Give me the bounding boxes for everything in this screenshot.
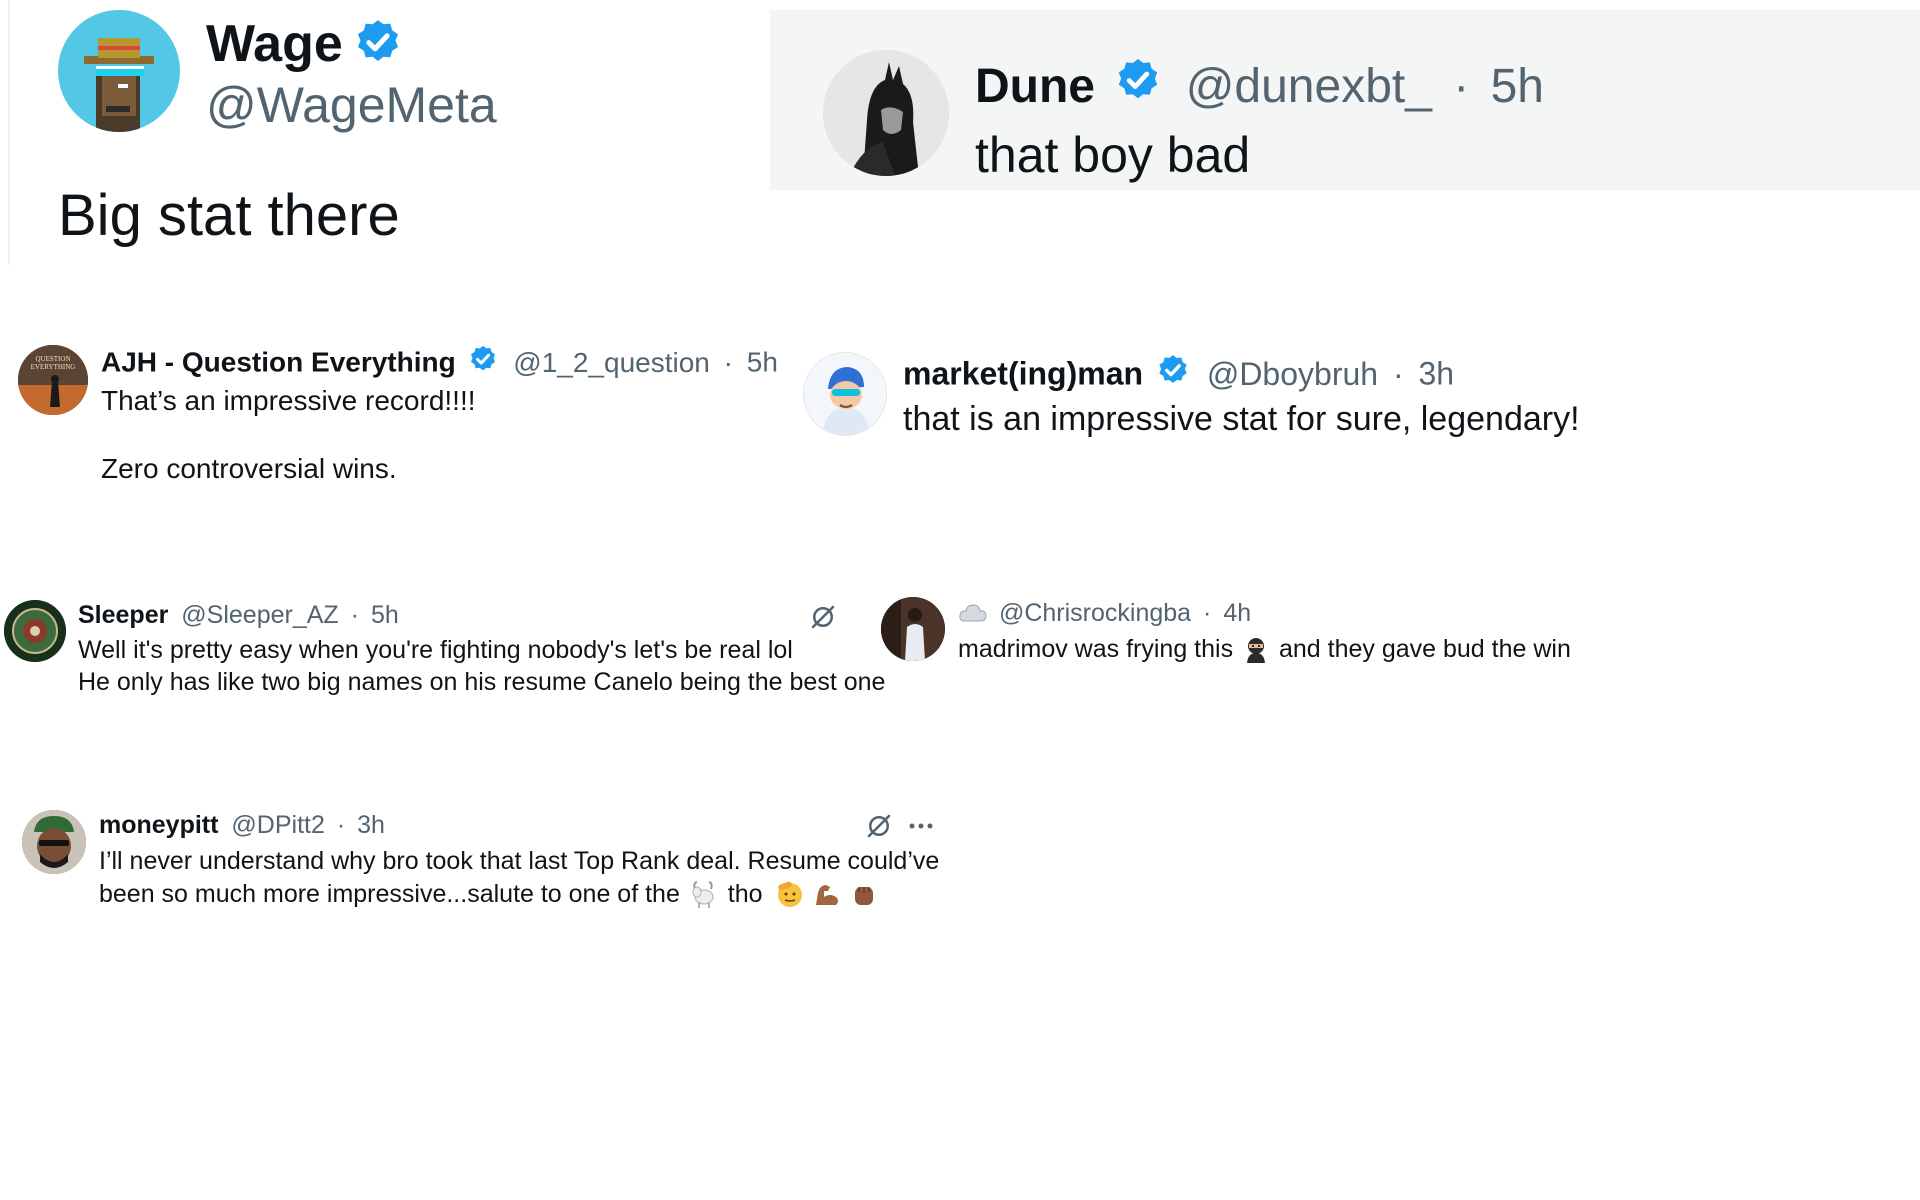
moneypitt-author-name[interactable]: moneypitt: [99, 811, 218, 839]
ajh-avatar-label: QUESTION EVERYTHING: [30, 355, 76, 371]
ajh-avatar[interactable]: QUESTION EVERYTHING: [18, 345, 88, 415]
chrisrockingba-text-after: and they gave bud the win: [1278, 634, 1571, 663]
dot-separator: ·: [336, 810, 346, 839]
ajh-author-name[interactable]: AJH - Question Everything: [101, 347, 456, 378]
marketingman-reply-header: market(ing)man @Dboybruh · 3h: [903, 353, 1454, 393]
verified-badge-icon: [1156, 353, 1190, 395]
dune-handle[interactable]: @dunexbt_: [1186, 60, 1432, 113]
main-tweet-header: Wage: [206, 14, 403, 73]
sleeper-timestamp[interactable]: 5h: [371, 601, 399, 629]
moneypitt-text-after: tho: [727, 879, 763, 908]
chrisrockingba-reply-text: madrimov was frying this and they gave b…: [958, 634, 1571, 664]
cloud-emoji-icon: [958, 601, 988, 625]
dune-avatar[interactable]: [823, 50, 949, 176]
marketingman-handle[interactable]: @Dboybruh: [1207, 356, 1378, 392]
marketingman-reply-text: that is an impressive stat for sure, leg…: [903, 400, 1580, 438]
more-options-icon[interactable]: [906, 816, 936, 836]
dune-reply-header: Dune @dunexbt_ · 5h: [975, 56, 1544, 113]
dune-timestamp[interactable]: 5h: [1491, 60, 1544, 113]
moneypitt-timestamp[interactable]: 3h: [357, 811, 385, 839]
verified-badge-icon: [1114, 56, 1162, 116]
dot-separator: ·: [1453, 59, 1470, 113]
wage-avatar[interactable]: [58, 10, 180, 132]
saluting-face-emoji-icon: [775, 879, 805, 909]
dune-reply-text: that boy bad: [975, 127, 1251, 183]
main-tweet-author-name[interactable]: Wage: [206, 15, 343, 73]
grok-icon[interactable]: [864, 811, 894, 841]
moneypitt-text-before: been so much more impressive...salute to…: [99, 879, 680, 908]
raised-fist-emoji-icon: [849, 879, 879, 909]
dune-author-name[interactable]: Dune: [975, 60, 1095, 113]
cartoon-character-icon: [804, 353, 886, 435]
masked-figure-icon: [823, 50, 949, 176]
chrisrockingba-reply-header: @Chrisrockingba · 4h: [958, 598, 1251, 630]
dot-separator: ·: [350, 600, 359, 629]
marketingman-timestamp[interactable]: 3h: [1419, 356, 1455, 392]
verified-badge-icon: [353, 17, 403, 72]
sleeper-author-name[interactable]: Sleeper: [78, 601, 168, 629]
ajh-timestamp[interactable]: 5h: [747, 347, 778, 378]
main-tweet-text: Big stat there: [58, 183, 400, 248]
emblem-avatar-icon: [4, 600, 66, 662]
sleeper-avatar[interactable]: [4, 600, 66, 662]
marketingman-author-name[interactable]: market(ing)man: [903, 356, 1143, 392]
grok-icon[interactable]: [808, 602, 838, 632]
moneypitt-reply-header: moneypitt @DPitt2 · 3h: [99, 810, 385, 842]
man-with-cap-icon: [22, 810, 86, 874]
person-photo-icon: [881, 597, 945, 661]
moneypitt-handle[interactable]: @DPitt2: [231, 811, 324, 839]
marketingman-avatar[interactable]: [803, 352, 887, 436]
ninja-emoji-icon: [1242, 635, 1270, 664]
chrisrockingba-avatar[interactable]: [881, 597, 945, 661]
verified-badge-icon: [468, 344, 498, 381]
chrisrockingba-timestamp[interactable]: 4h: [1223, 599, 1251, 627]
moneypitt-reply-line-1: I’ll never understand why bro took that …: [99, 847, 940, 875]
dot-separator: ·: [1203, 598, 1212, 627]
flexed-biceps-emoji-icon: [812, 879, 842, 909]
sleeper-handle[interactable]: @Sleeper_AZ: [181, 601, 338, 629]
sleeper-reply-line-1: Well it's pretty easy when you're fighti…: [78, 636, 793, 664]
dot-separator: ·: [1392, 355, 1404, 392]
sleeper-reply-line-2: He only has like two big names on his re…: [78, 668, 886, 696]
moneypitt-reply-line-2: been so much more impressive...salute to…: [99, 879, 879, 913]
goat-emoji-icon: [689, 879, 719, 909]
main-tweet-left-border: [8, 0, 10, 265]
sleeper-reply-header: Sleeper @Sleeper_AZ · 5h: [78, 600, 399, 632]
moneypitt-avatar[interactable]: [22, 810, 86, 874]
dot-separator: ·: [723, 346, 733, 378]
chrisrockingba-handle[interactable]: @Chrisrockingba: [999, 599, 1191, 627]
main-tweet-handle[interactable]: @WageMeta: [206, 76, 497, 134]
ajh-handle[interactable]: @1_2_question: [513, 347, 710, 378]
ajh-reply-text: That’s an impressive record!!!! Zero con…: [101, 385, 476, 484]
chrisrockingba-text-before: madrimov was frying this: [958, 634, 1234, 663]
ajh-reply-header: AJH - Question Everything @1_2_question …: [101, 344, 778, 378]
pixel-ape-icon: [84, 38, 154, 132]
